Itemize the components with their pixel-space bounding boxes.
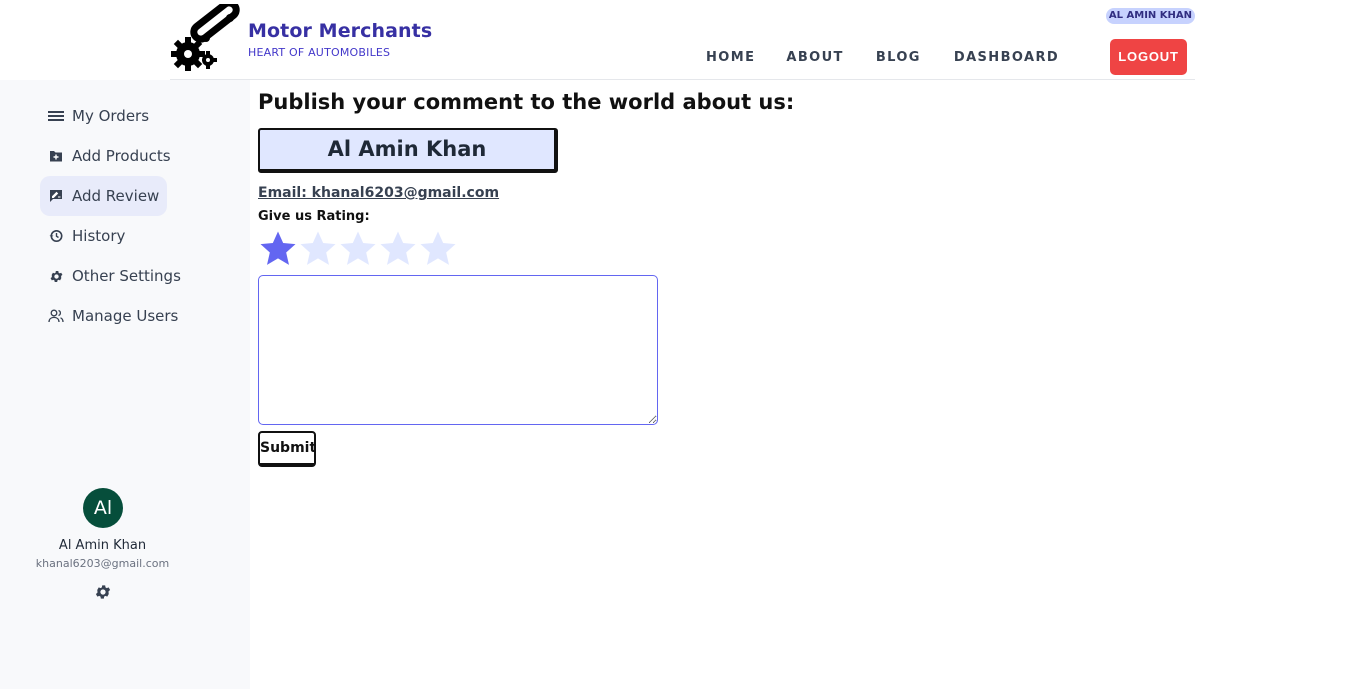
sidebar: My Orders Add Products Add Review Histor…: [0, 80, 250, 689]
profile-email: khanal6203@gmail.com: [35, 557, 170, 570]
reviewer-email: Email: khanal6203@gmail.com: [258, 185, 500, 201]
review-textarea[interactable]: [258, 275, 658, 425]
avatar[interactable]: Al: [83, 488, 123, 528]
nav-home[interactable]: HOME: [690, 50, 771, 65]
nav-blog[interactable]: BLOG: [861, 50, 938, 65]
sidebar-item-label: Add Products: [72, 147, 171, 165]
star-rating: [258, 229, 458, 269]
sidebar-item-label: History: [72, 227, 126, 245]
star-1-icon[interactable]: [258, 229, 298, 269]
sidebar-item-other-settings[interactable]: Other Settings: [40, 256, 189, 296]
brand-subtitle: HEART OF AUTOMOBILES: [248, 46, 391, 59]
sidebar-item-history[interactable]: History: [40, 216, 133, 256]
sidebar-item-label: Add Review: [72, 187, 160, 205]
gears-chain-icon[interactable]: [170, 4, 242, 76]
sidebar-item-add-products[interactable]: Add Products: [40, 136, 179, 176]
star-4-icon[interactable]: [378, 229, 418, 269]
settings-gear-icon[interactable]: [94, 583, 112, 601]
sidebar-item-label: Other Settings: [72, 267, 181, 285]
logout-button[interactable]: LOGOUT: [1110, 39, 1187, 75]
gear-icon: [48, 268, 64, 284]
reviewer-name-box: Al Amin Khan: [258, 128, 558, 173]
nav-about[interactable]: ABOUT: [771, 50, 860, 65]
history-icon: [48, 228, 64, 244]
users-icon: [48, 308, 64, 324]
top-header: Motor Merchants HEART OF AUTOMOBILES AL …: [170, 0, 1195, 80]
sidebar-item-label: My Orders: [72, 107, 150, 125]
review-icon: [48, 188, 64, 204]
menu-lines-icon: [48, 108, 64, 124]
rating-label: Give us Rating:: [258, 209, 370, 224]
star-2-icon[interactable]: [298, 229, 338, 269]
profile-name: Al Amin Khan: [58, 538, 147, 553]
nav-dashboard[interactable]: DASHBOARD: [938, 50, 1075, 65]
submit-button[interactable]: Submit: [258, 431, 316, 467]
sidebar-item-manage-users[interactable]: Manage Users: [40, 296, 186, 336]
page-title: Publish your comment to the world about …: [258, 90, 795, 114]
user-badge: AL AMIN KHAN: [1105, 8, 1195, 24]
star-3-icon[interactable]: [338, 229, 378, 269]
brand-title[interactable]: Motor Merchants: [248, 20, 432, 42]
star-5-icon[interactable]: [418, 229, 458, 269]
sidebar-item-add-review[interactable]: Add Review: [40, 176, 168, 216]
main-nav: HOME ABOUT BLOG DASHBOARD: [690, 39, 1075, 75]
sidebar-item-my-orders[interactable]: My Orders: [40, 96, 157, 136]
sidebar-item-label: Manage Users: [72, 307, 179, 325]
folder-plus-icon: [48, 148, 64, 164]
